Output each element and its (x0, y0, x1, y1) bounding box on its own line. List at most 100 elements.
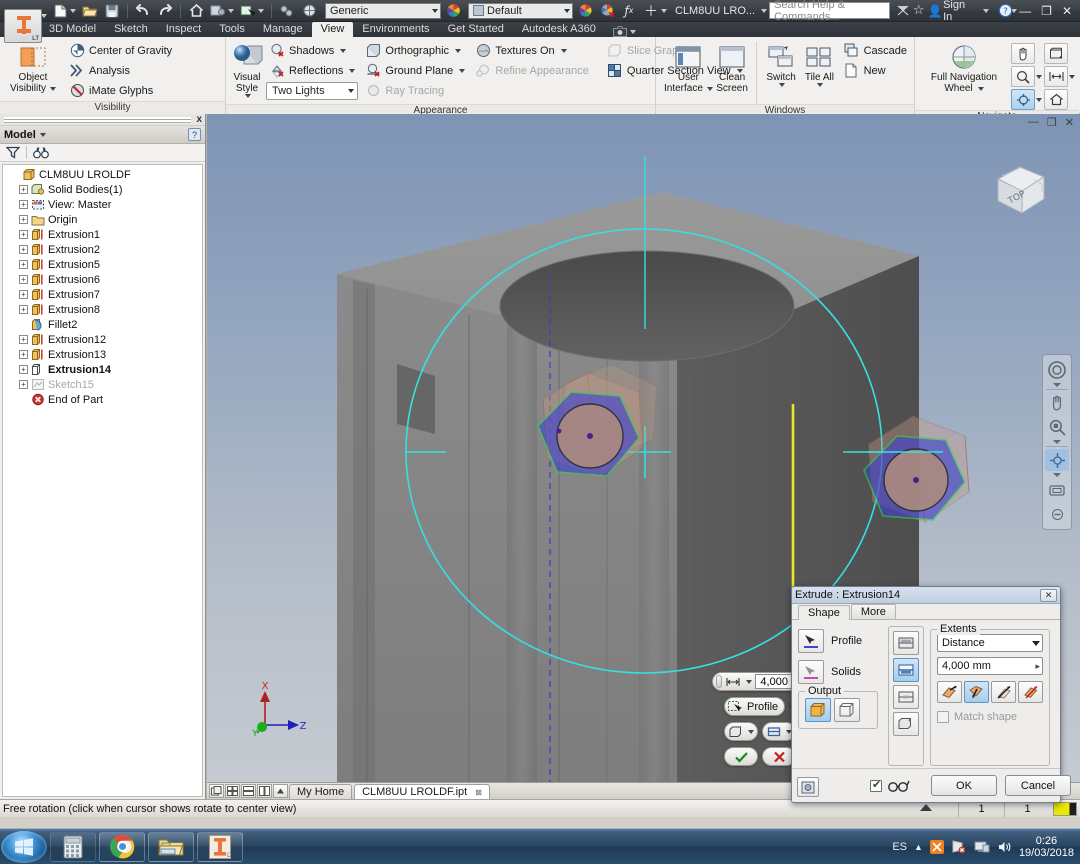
restore-button[interactable]: ❐ (1041, 4, 1052, 18)
appearance-combo[interactable]: Default (468, 2, 573, 19)
minimize-button[interactable]: — (1019, 4, 1031, 18)
center-of-gravity-button[interactable]: Center of Gravity (66, 41, 175, 60)
user-interface-button[interactable]: User Interface (664, 40, 713, 94)
tab-get-started[interactable]: Get Started (439, 22, 513, 37)
open-file-icon[interactable] (80, 2, 100, 20)
switch-windows-caret-icon[interactable] (779, 83, 786, 87)
help-icon[interactable]: ? (997, 2, 1013, 20)
clear-appearance-icon[interactable] (597, 2, 617, 20)
browser-close-button[interactable]: x (196, 114, 202, 125)
tree-node-extrusion13[interactable]: + Extrusion13 (5, 347, 202, 362)
extents-type-select[interactable]: Distance (937, 634, 1043, 652)
view-layout-vertical-button[interactable] (257, 784, 272, 798)
tile-all-button[interactable]: Tile All (800, 40, 838, 87)
ground-plane-caret-icon[interactable] (459, 68, 466, 73)
search-input[interactable]: Search Help & Commands... (769, 0, 891, 23)
orthographic-button[interactable]: Orthographic (362, 41, 468, 60)
tree-expander[interactable]: + (18, 379, 29, 390)
tree-node-extrusion1[interactable]: + Extrusion1 (5, 227, 202, 242)
distance-extent-icon[interactable] (725, 674, 741, 689)
join-button[interactable] (893, 631, 919, 655)
analysis-button[interactable]: Analysis (66, 61, 175, 80)
save-icon[interactable] (102, 2, 122, 20)
material-combo[interactable]: Generic (325, 2, 441, 19)
language-indicator[interactable]: ES (892, 841, 907, 853)
distance-options-arrow-icon[interactable]: ▸ (1035, 661, 1040, 672)
redo-icon[interactable] (155, 2, 175, 20)
cut-boolean-icon[interactable] (766, 724, 781, 739)
ray-tracing-button[interactable]: Ray Tracing (362, 81, 468, 100)
pan-button[interactable] (1011, 43, 1035, 64)
tree-node-origin[interactable]: + Origin (5, 212, 202, 227)
new-file-caret-icon[interactable] (70, 8, 76, 13)
browser-title-caret-icon[interactable] (39, 132, 46, 137)
distance-extent-caret-icon[interactable] (746, 679, 753, 684)
asymmetric-button[interactable] (1018, 681, 1043, 703)
mini-output-caret-icon[interactable] (748, 729, 754, 734)
doc-restore-button[interactable]: ❐ (1047, 116, 1057, 129)
tree-node-extrusion8[interactable]: + Extrusion8 (5, 302, 202, 317)
tab-tools[interactable]: Tools (210, 22, 254, 37)
sign-in-caret-icon[interactable] (982, 8, 989, 13)
appearance-swatch-icon[interactable] (208, 2, 228, 20)
calculator-taskbar-button[interactable] (50, 831, 96, 862)
free-orbit-button[interactable] (1011, 89, 1035, 110)
clean-screen-button[interactable]: Clean Screen (713, 40, 751, 94)
view-cube[interactable]: TOP (990, 159, 1052, 221)
user-account-icon[interactable]: 👤 (927, 2, 943, 20)
tab-environments[interactable]: Environments (353, 22, 438, 37)
output-surface-button[interactable] (834, 698, 860, 722)
add-to-qat-icon[interactable]: ＋ (641, 2, 661, 20)
tile-all-caret-icon[interactable] (817, 83, 824, 87)
doc-minimize-button[interactable]: — (1028, 116, 1039, 129)
nav-look-icon[interactable] (1045, 479, 1069, 501)
new-solid-button[interactable] (893, 712, 919, 736)
tree-node-extrusion12[interactable]: + Extrusion12 (5, 332, 202, 347)
zoom-button[interactable] (1011, 66, 1035, 87)
fx-parameters-icon[interactable]: ƒx (619, 2, 639, 20)
solids-select-button[interactable] (798, 660, 824, 684)
profile-select-icon[interactable] (728, 699, 742, 714)
tree-expander[interactable]: + (18, 289, 29, 300)
select-caret-icon[interactable] (258, 8, 264, 13)
visual-style-caret-icon[interactable] (245, 94, 251, 98)
tree-expander[interactable]: + (18, 259, 29, 270)
browser-header[interactable]: Model ? (0, 126, 205, 144)
tree-node-extrusion14[interactable]: + Extrusion14 (5, 362, 202, 377)
mini-output-row[interactable] (724, 722, 758, 741)
file-explorer-taskbar-button[interactable] (148, 831, 194, 862)
object-visibility-button[interactable]: Object Visibility (4, 40, 62, 94)
solid-output-icon[interactable] (728, 724, 743, 739)
dialog-preview-icon[interactable] (797, 777, 819, 797)
tab-3d-model[interactable]: 3D Model (40, 22, 105, 37)
tab-autodesk-a360[interactable]: Autodesk A360 (513, 22, 605, 37)
start-button[interactable] (1, 830, 47, 863)
ground-plane-button[interactable]: Ground Plane (362, 61, 468, 80)
nav-pan-icon[interactable] (1045, 392, 1069, 414)
tree-expander[interactable]: + (18, 304, 29, 315)
distance-input[interactable]: 4,000 mm ▸ (937, 657, 1043, 675)
close-button[interactable]: ✕ (1062, 4, 1072, 18)
appearance-wheel-icon[interactable] (575, 2, 595, 20)
nav-steering-wheel-icon[interactable] (1045, 359, 1069, 381)
tree-expander[interactable] (9, 169, 20, 180)
doc-close-button[interactable]: ✕ (1065, 116, 1074, 129)
tree-expander[interactable]: + (18, 364, 29, 375)
orthographic-caret-icon[interactable] (455, 48, 462, 53)
shadows-button[interactable]: Shadows (266, 41, 358, 60)
nav-wheel-caret-icon[interactable] (1053, 383, 1061, 387)
application-menu-button[interactable]: LT (4, 9, 42, 43)
doc-tab-close-icon[interactable]: ⊠ (475, 788, 482, 797)
nav-bar-menu-icon[interactable] (1045, 503, 1069, 525)
shadows-caret-icon[interactable] (340, 48, 347, 53)
tree-expander[interactable]: + (18, 229, 29, 240)
tree-expander[interactable]: + (18, 274, 29, 285)
extrude-dialog[interactable]: Extrude : Extrusion14 ✕ Shape More Profi… (791, 586, 1071, 811)
tree-node-end-of-part[interactable]: End of Part (5, 392, 202, 407)
zoom-caret-icon[interactable] (1036, 74, 1042, 79)
direction-1-button[interactable] (937, 681, 962, 703)
tray-expand-icon[interactable]: ▲ (914, 842, 923, 852)
tray-app-icon[interactable] (929, 839, 944, 854)
favorites-star-icon[interactable]: ☆ (911, 2, 927, 20)
nav-zoom-icon[interactable] (1045, 416, 1069, 438)
